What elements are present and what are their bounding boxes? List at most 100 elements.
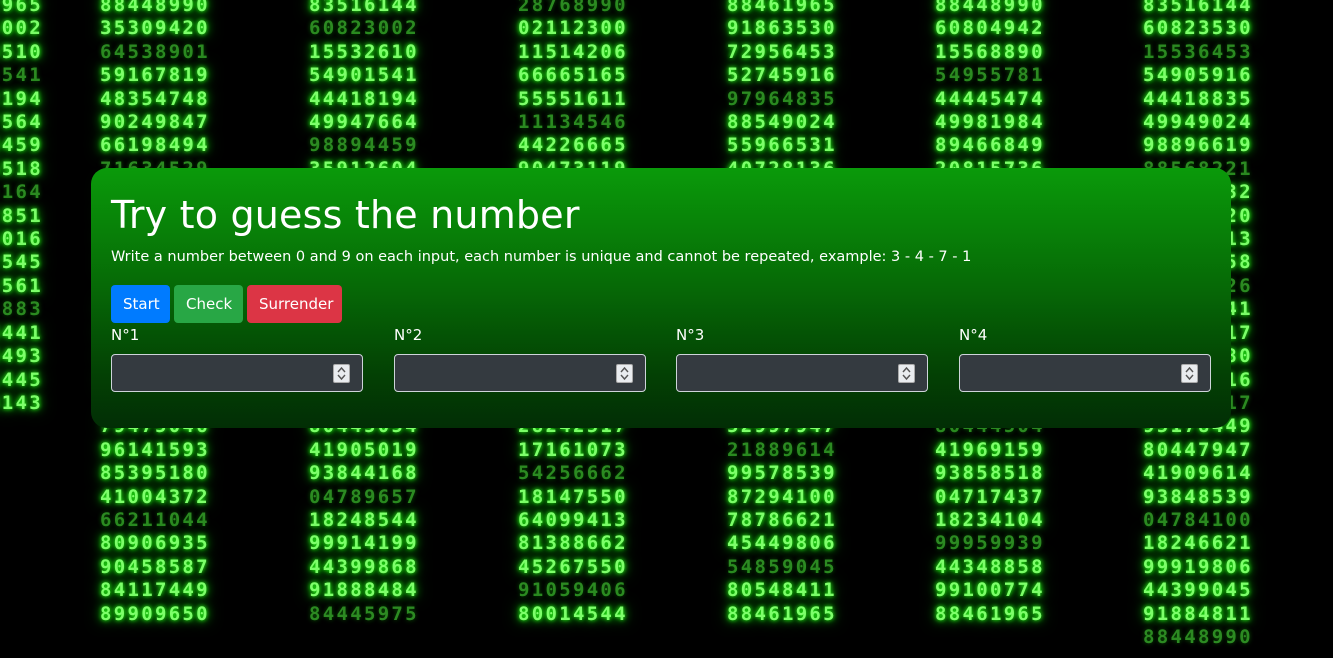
matrix-row: 4510 (0, 40, 43, 63)
matrix-row: 85395180 (100, 462, 210, 485)
matrix-row: 18246621 (1143, 532, 1253, 555)
matrix-row: 66665165 (518, 64, 628, 87)
number-field-3[interactable] (676, 354, 928, 392)
matrix-row: 88448990 (100, 0, 210, 16)
matrix-row: 44445474 (935, 87, 1045, 110)
matrix-row: 91863530 (727, 17, 837, 40)
matrix-row: 3164 (0, 181, 43, 204)
number-label-3: N°3 (676, 326, 705, 344)
matrix-row: 87294100 (727, 485, 837, 508)
matrix-row: 2965 (0, 0, 43, 16)
matrix-row: 88549024 (727, 111, 837, 134)
matrix-row: 78786621 (727, 508, 837, 531)
matrix-row: 04717437 (935, 485, 1045, 508)
matrix-row: 17161073 (518, 438, 628, 461)
matrix-row: 83516144 (1143, 0, 1253, 16)
matrix-row: 80014544 (518, 602, 628, 625)
matrix-row: 90249847 (100, 111, 210, 134)
matrix-row: 44418835 (1143, 87, 1253, 110)
matrix-row: 55966531 (727, 134, 837, 157)
matrix-row: 88461965 (935, 602, 1045, 625)
number-field-1[interactable] (111, 354, 363, 392)
number-label-4: N°4 (959, 326, 988, 344)
matrix-row: 21889614 (727, 438, 837, 461)
matrix-row: 15532610 (309, 40, 419, 63)
matrix-row: 49947664 (309, 111, 419, 134)
matrix-row: 41909614 (1143, 462, 1253, 485)
matrix-row: 93844168 (309, 462, 419, 485)
number-input-3[interactable] (677, 355, 927, 391)
surrender-button[interactable]: Surrender (247, 285, 342, 323)
number-input-2[interactable] (395, 355, 645, 391)
matrix-row: 66198494 (100, 134, 210, 157)
number-label-1: N°1 (111, 326, 140, 344)
matrix-row: 54256662 (518, 462, 628, 485)
matrix-row: 99914199 (309, 532, 419, 555)
matrix-row: 2851 (0, 204, 43, 227)
matrix-row: 66211044 (100, 508, 210, 531)
matrix-row: 7564 (0, 111, 43, 134)
matrix-row: 81388662 (518, 532, 628, 555)
spinner-icon[interactable] (333, 364, 350, 383)
matrix-row: 44399045 (1143, 579, 1253, 602)
start-button[interactable]: Start (111, 285, 170, 323)
matrix-row: 18248544 (309, 508, 419, 531)
matrix-row: 99578539 (727, 462, 837, 485)
matrix-row: 3459 (0, 134, 43, 157)
number-input-4[interactable] (960, 355, 1210, 391)
number-label-2: N°2 (394, 326, 423, 344)
number-input-1[interactable] (112, 355, 362, 391)
matrix-row: 5561 (0, 274, 43, 297)
matrix-row: 96141593 (100, 438, 210, 461)
matrix-row: 15536453 (1143, 40, 1253, 63)
spinner-icon[interactable] (1181, 364, 1198, 383)
matrix-row: 45267550 (518, 555, 628, 578)
matrix-row: 72956453 (727, 40, 837, 63)
matrix-row: 97964835 (727, 87, 837, 110)
matrix-row: 41905019 (309, 438, 419, 461)
matrix-row: 91059406 (518, 579, 628, 602)
matrix-row: 3541 (0, 64, 43, 87)
matrix-row: 89909650 (100, 602, 210, 625)
number-group-2: N°2 (394, 326, 646, 392)
matrix-row: 55551611 (518, 87, 628, 110)
matrix-row: 45449806 (727, 532, 837, 555)
matrix-row: 88461965 (727, 602, 837, 625)
matrix-row: 18147550 (518, 485, 628, 508)
matrix-row: 4493 (0, 345, 43, 368)
number-field-4[interactable] (959, 354, 1211, 392)
matrix-row: 59167819 (100, 64, 210, 87)
matrix-row: 44348858 (935, 555, 1045, 578)
matrix-row: 18234104 (935, 508, 1045, 531)
matrix-row: 99959939 (935, 532, 1045, 555)
matrix-row: 54859045 (727, 555, 837, 578)
matrix-row: 98894459 (309, 134, 419, 157)
matrix-row: 44399868 (309, 555, 419, 578)
game-card: Try to guess the number Write a number b… (91, 168, 1231, 428)
matrix-row: 5002 (0, 17, 43, 40)
matrix-row: 91888484 (309, 579, 419, 602)
matrix-row: 64538901 (100, 40, 210, 63)
matrix-row: 28768990 (518, 0, 628, 16)
button-row: Start Check Surrender (111, 285, 342, 323)
matrix-row: 93858518 (935, 462, 1045, 485)
matrix-row: 02112300 (518, 17, 628, 40)
matrix-row: 83516144 (309, 0, 419, 16)
check-button[interactable]: Check (174, 285, 243, 323)
spinner-icon[interactable] (616, 364, 633, 383)
number-field-2[interactable] (394, 354, 646, 392)
spinner-icon[interactable] (898, 364, 915, 383)
matrix-row: 90458587 (100, 555, 210, 578)
matrix-row: 11514206 (518, 40, 628, 63)
matrix-row: 44418194 (309, 87, 419, 110)
matrix-row: 15568890 (935, 40, 1045, 63)
matrix-row: 54901541 (309, 64, 419, 87)
matrix-row: 52745916 (727, 64, 837, 87)
matrix-row: 35309420 (100, 17, 210, 40)
matrix-row: 1445 (0, 368, 43, 391)
game-instructions: Write a number between 0 and 9 on each i… (111, 249, 972, 265)
matrix-row: 60804942 (935, 17, 1045, 40)
matrix-row: 80906935 (100, 532, 210, 555)
matrix-row: 80548411 (727, 579, 837, 602)
matrix-row: 4883 (0, 298, 43, 321)
